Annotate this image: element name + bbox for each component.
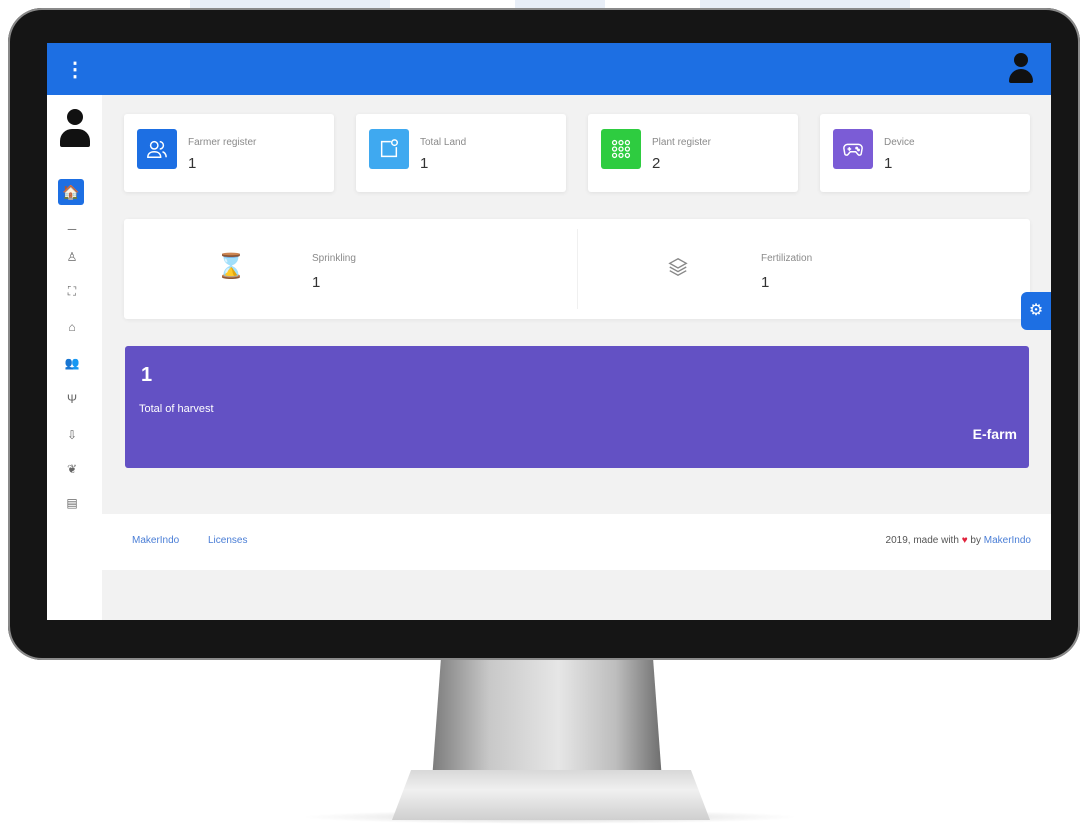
- sidebar-item-building[interactable]: ⌂: [62, 319, 82, 335]
- hourglass-icon: ⌛: [216, 253, 246, 280]
- dash-icon: ─: [67, 222, 77, 236]
- stat-card-farmer[interactable]: Farmer register 1: [124, 114, 334, 192]
- sidebar: 🏠 ─ ♙ ⛶ ⌂ 👥 Ψ ⇩ ❦ ▤: [47, 95, 102, 620]
- sidebar-item-farmer[interactable]: ♙: [62, 249, 82, 265]
- sidebar-item-plant[interactable]: Ψ: [62, 391, 82, 407]
- sprinkling-value: 1: [312, 274, 321, 291]
- fertilization-label: Fertilization: [761, 253, 813, 264]
- user-icon-head: [1014, 53, 1028, 67]
- plant-icon: Ψ: [66, 392, 78, 406]
- heart-icon: ♥: [961, 535, 968, 546]
- dashboard-screen: ⋮ 🏠 ─ ♙ ⛶ ⌂ 👥 Ψ ⇩ ❦ ▤ Farmer register 1: [47, 43, 1051, 620]
- sidebar-item-home[interactable]: 🏠: [58, 179, 84, 205]
- harvest-value: 1: [141, 364, 153, 386]
- copyright-maker-link[interactable]: MakerIndo: [984, 535, 1031, 546]
- farmer-icon: ♙: [66, 250, 78, 264]
- stat-label: Total Land: [420, 137, 467, 148]
- stat-card-plant[interactable]: Plant register 2: [588, 114, 798, 192]
- user-icon-body: [60, 129, 90, 147]
- stat-value: 1: [188, 155, 197, 172]
- monitor-stand-neck: [432, 655, 662, 780]
- main-content: Farmer register 1 Total Land 1 Plant reg…: [102, 95, 1051, 620]
- grid-dots-icon: [601, 129, 641, 169]
- harvest-label: Total of harvest: [139, 403, 214, 415]
- stat-value: 2: [652, 155, 661, 172]
- users-icon: 👥: [64, 356, 80, 370]
- stat-label: Farmer register: [188, 137, 257, 148]
- home-icon: 🏠: [62, 184, 80, 200]
- sidebar-avatar[interactable]: [60, 109, 90, 151]
- settings-button[interactable]: ⚙: [1021, 292, 1051, 330]
- brand-name: E-farm: [972, 426, 1017, 442]
- users-outline-icon: [137, 129, 177, 169]
- user-icon-head: [67, 109, 83, 125]
- top-navbar: ⋮: [47, 43, 1051, 95]
- stat-card-device[interactable]: Device 1: [820, 114, 1030, 192]
- footer-link-licenses[interactable]: Licenses: [208, 535, 247, 546]
- sidebar-item-users[interactable]: 👥: [62, 355, 82, 371]
- sidebar-item-document[interactable]: ▤: [62, 495, 82, 511]
- document-icon: ▤: [66, 496, 78, 510]
- sprinkling-label: Sprinkling: [312, 253, 356, 264]
- copyright-text: 2019, made with: [885, 535, 959, 546]
- user-icon-body: [1009, 69, 1033, 83]
- divider: [577, 229, 578, 309]
- sidebar-item-harvest[interactable]: ⇩: [62, 427, 82, 443]
- more-vertical-icon[interactable]: ⋮: [65, 59, 85, 81]
- stat-label: Plant register: [652, 137, 711, 148]
- land-icon: ⛶: [67, 284, 77, 298]
- stat-value: 1: [420, 155, 429, 172]
- building-icon: ⌂: [68, 320, 76, 334]
- sidebar-item-land[interactable]: ⛶: [62, 283, 82, 299]
- harvest-icon: ⇩: [66, 428, 78, 442]
- gamepad-icon: [833, 129, 873, 169]
- footer-link-makerindo[interactable]: MakerIndo: [132, 535, 179, 546]
- fertilization-value: 1: [761, 274, 770, 291]
- leaf-icon: ❦: [66, 462, 78, 476]
- user-icon[interactable]: [1009, 53, 1033, 87]
- stat-value: 1: [884, 155, 893, 172]
- layers-icon: [666, 251, 690, 283]
- copyright-by: by: [970, 535, 981, 546]
- footer: MakerIndo Licenses 2019, made with ♥ by …: [102, 514, 1051, 570]
- sidebar-item-dash[interactable]: ─: [62, 221, 82, 237]
- gear-icon: ⚙: [1028, 302, 1044, 319]
- monitor-stand-base: [392, 770, 710, 820]
- sidebar-item-leaf[interactable]: ❦: [62, 461, 82, 477]
- map-pin-square-icon: [369, 129, 409, 169]
- stat-card-total-land[interactable]: Total Land 1: [356, 114, 566, 192]
- harvest-banner: 1 Total of harvest E-farm: [125, 346, 1029, 468]
- footer-copyright: 2019, made with ♥ by MakerIndo: [886, 535, 1031, 546]
- stat-label: Device: [884, 137, 915, 148]
- activity-card: ⌛ Sprinkling 1 Fertilization 1: [124, 219, 1030, 319]
